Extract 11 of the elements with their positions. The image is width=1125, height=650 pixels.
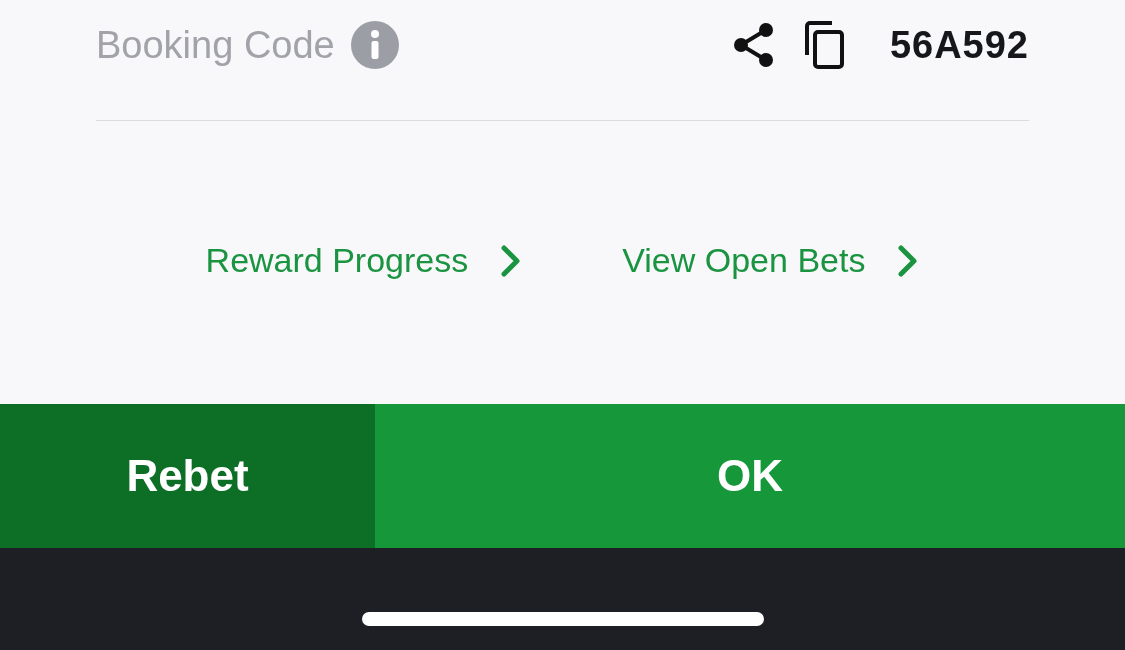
- share-icon[interactable]: [731, 21, 776, 69]
- booking-code-label: Booking Code: [96, 23, 335, 68]
- rebet-button[interactable]: Rebet: [0, 404, 375, 548]
- copy-icon[interactable]: [803, 21, 846, 69]
- booking-code: 56A592: [889, 23, 1029, 68]
- ok-button[interactable]: OK: [375, 404, 1125, 548]
- info-icon: [350, 21, 399, 69]
- nav-link[interactable]: Reward Progress: [205, 235, 523, 286]
- chevron-right-icon: [500, 244, 523, 277]
- chevron-right-icon: [897, 244, 920, 277]
- nav-link[interactable]: View Open Bets: [622, 235, 920, 286]
